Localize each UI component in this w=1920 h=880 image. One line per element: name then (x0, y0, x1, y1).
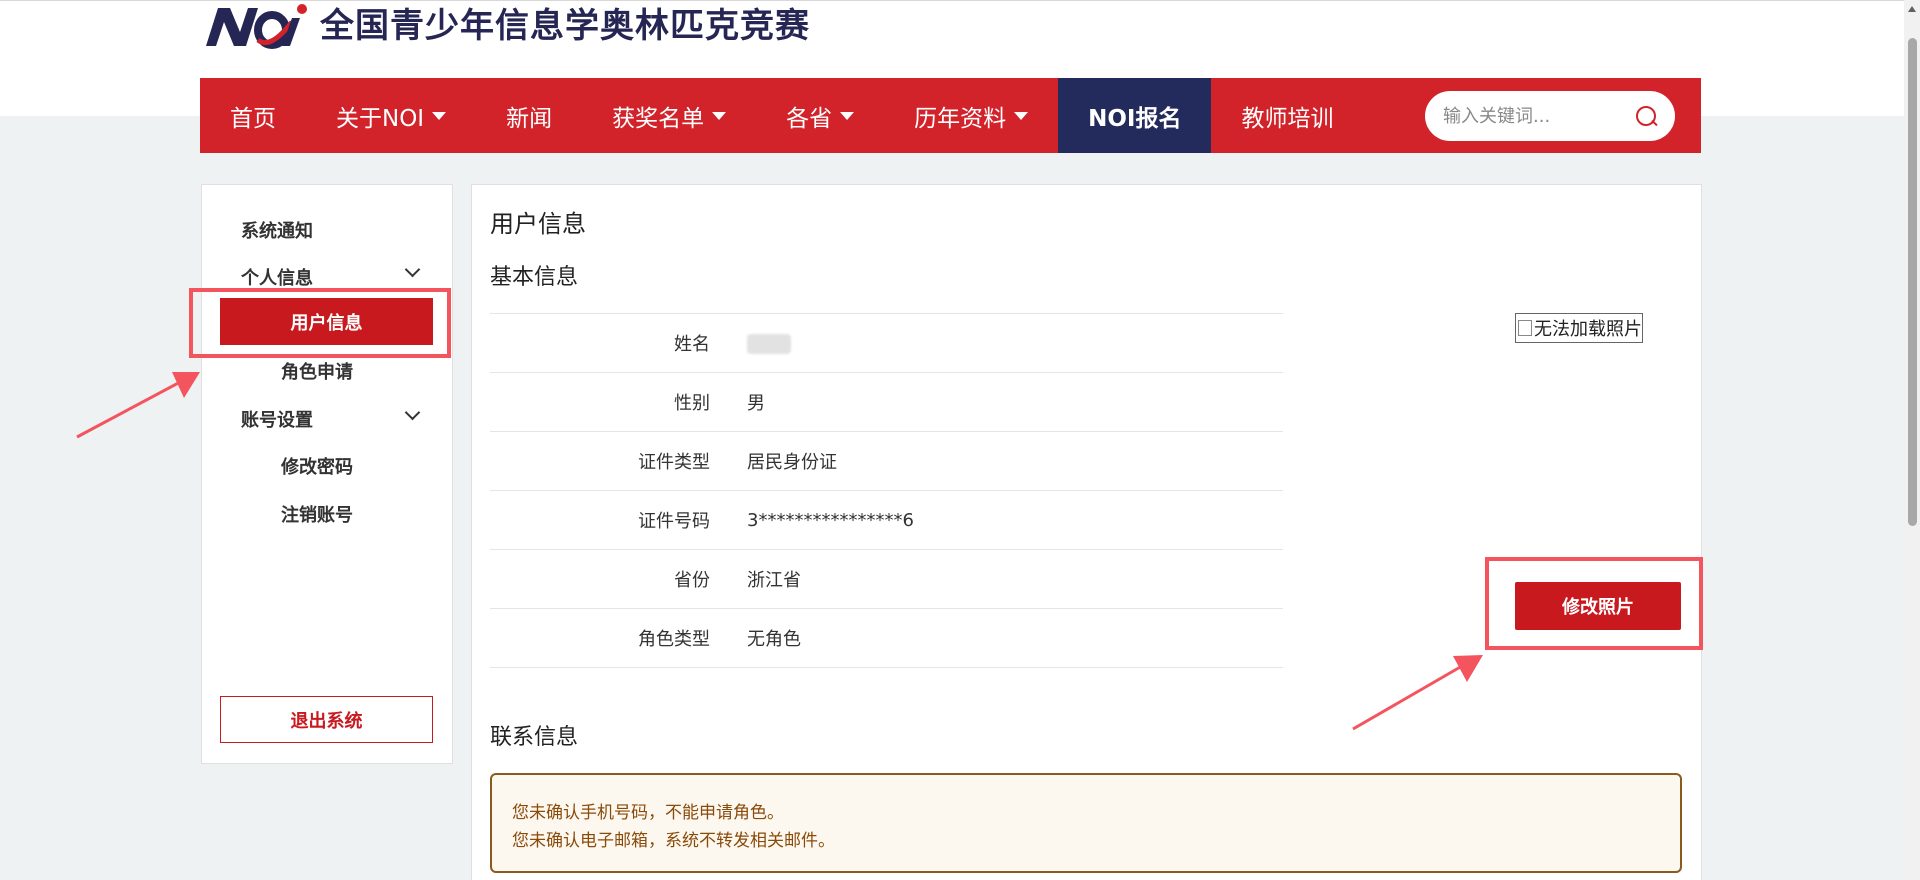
nav-item-label: 各省 (786, 105, 833, 132)
nav-item-label: NOI报名 (1088, 105, 1182, 132)
info-value: 居民身份证 (747, 452, 837, 473)
info-value: 无角色 (747, 629, 801, 650)
nav-item-label: 新闻 (506, 105, 553, 132)
sidebar-item-cancel-account[interactable]: 注销账号 (281, 501, 353, 527)
basic-info-table: 姓名 性别 男 证件类型 居民身份证 证件号码 3***************… (490, 313, 1283, 668)
nav-item-home[interactable]: 首页 (200, 78, 306, 153)
info-row-name: 姓名 (490, 314, 1283, 373)
broken-image-icon (1518, 320, 1532, 336)
info-label: 姓名 (674, 334, 710, 355)
sidebar-group-personal-info[interactable]: 个人信息 (241, 264, 313, 290)
sidebar-group-account-settings[interactable]: 账号设置 (241, 406, 313, 432)
info-label: 省份 (674, 570, 710, 591)
site-title: 全国青少年信息学奥林匹克竞赛 (320, 6, 810, 46)
contact-warning-alert: 您未确认手机号码，不能申请角色。 您未确认电子邮箱，系统不转发相关邮件。 (490, 773, 1682, 873)
nav-item-label: 历年资料 (914, 105, 1007, 132)
nav-item-provinces[interactable]: 各省 (756, 78, 884, 153)
section-title-contact: 联系信息 (490, 725, 579, 750)
info-value: 3****************6 (747, 509, 914, 531)
info-label: 角色类型 (638, 629, 710, 650)
nav-item-label: 获奖名单 (612, 105, 705, 132)
search-icon[interactable] (1633, 103, 1659, 129)
nav-item-about[interactable]: 关于NOI (306, 78, 476, 153)
noi-logo-icon (206, 4, 307, 49)
scroll-thumb[interactable] (1908, 38, 1917, 526)
info-label: 证件号码 (638, 511, 710, 532)
search-box (1425, 91, 1675, 141)
redacted-name (747, 333, 791, 354)
user-photo: 无法加载照片 (1515, 313, 1643, 343)
info-value: 男 (747, 393, 765, 414)
nav-item-label: 关于NOI (336, 105, 425, 132)
annotation-highlight-box (189, 288, 451, 358)
info-row-id-type: 证件类型 居民身份证 (490, 432, 1283, 491)
info-row-gender: 性别 男 (490, 373, 1283, 432)
sidebar-item-role-apply[interactable]: 角色申请 (281, 358, 353, 384)
scroll-up-arrow-icon[interactable] (1908, 6, 1916, 12)
sidebar-item-change-password[interactable]: 修改密码 (281, 453, 353, 479)
info-value: 浙江省 (747, 570, 801, 591)
caret-down-icon (432, 111, 447, 120)
caret-down-icon (1014, 111, 1029, 120)
nav-item-label: 首页 (230, 105, 276, 132)
info-row-role-type: 角色类型 无角色 (490, 609, 1283, 668)
nav-item-awards[interactable]: 获奖名单 (582, 78, 756, 153)
nav-item-noi-registration[interactable]: NOI报名 (1058, 78, 1212, 153)
info-row-province: 省份 浙江省 (490, 550, 1283, 609)
alert-line: 您未确认手机号码，不能申请角色。 (512, 803, 784, 823)
main-nav: 首页 关于NOI 新闻 获奖名单 各省 历年资料 NOI报名 教师培训 (200, 78, 1701, 153)
caret-down-icon (840, 111, 855, 120)
annotation-arrow-icon (76, 372, 200, 439)
annotation-highlight-box (1485, 557, 1703, 650)
nav-item-archives[interactable]: 历年资料 (884, 78, 1058, 153)
section-title-basic: 基本信息 (490, 265, 579, 290)
caret-down-icon (712, 111, 727, 120)
info-row-id-number: 证件号码 3****************6 (490, 491, 1283, 550)
info-value-name-redacted (747, 333, 791, 354)
info-label: 证件类型 (638, 452, 710, 473)
photo-alt-text: 无法加载照片 (1534, 319, 1642, 340)
site-logo[interactable]: 全国青少年信息学奥林匹克竞赛 (200, 2, 810, 50)
search-input[interactable] (1443, 105, 1633, 127)
page-title: 用户信息 (490, 210, 586, 238)
alert-line: 您未确认电子邮箱，系统不转发相关邮件。 (512, 831, 835, 851)
nav-item-label: 教师培训 (1241, 105, 1334, 132)
info-label: 性别 (674, 393, 710, 414)
logout-button[interactable]: 退出系统 (220, 696, 433, 743)
nav-item-teacher-training[interactable]: 教师培训 (1211, 78, 1363, 153)
sidebar-item-system-notice[interactable]: 系统通知 (241, 217, 313, 243)
page-scrollbar[interactable] (1904, 0, 1920, 880)
nav-item-news[interactable]: 新闻 (476, 78, 582, 153)
